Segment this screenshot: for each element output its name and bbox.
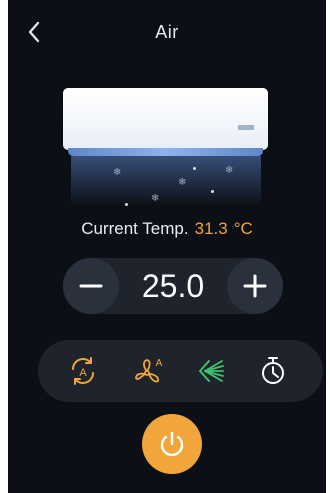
airflow-dot <box>193 167 196 170</box>
timer-button[interactable] <box>256 355 290 387</box>
current-temp-unit: °C <box>233 219 253 238</box>
increase-temp-button[interactable] <box>227 258 283 314</box>
snowflake-icon: ❄ <box>113 167 122 178</box>
ac-unit-vent <box>68 148 263 156</box>
airflow-dot <box>125 203 128 206</box>
current-temp-value: 31.3 <box>194 219 228 238</box>
ac-unit-body <box>63 88 268 150</box>
svg-text:A: A <box>156 358 163 369</box>
snowflake-icon: ❄ <box>178 177 187 188</box>
auto-mode-button[interactable]: A <box>66 355 100 387</box>
timer-icon <box>262 357 284 384</box>
air-conditioner-illustration: ❄ ❄ ❄ ❄ <box>63 88 278 213</box>
snowflake-icon: ❄ <box>225 165 234 176</box>
current-temp-label: Current Temp. <box>81 219 189 238</box>
snowflake-icon: ❄ <box>151 193 160 204</box>
plus-icon <box>243 274 267 298</box>
page-title: Air <box>155 22 179 42</box>
temperature-setter: 25.0 <box>63 258 283 314</box>
fan-speed-button[interactable]: A <box>132 355 166 387</box>
decrease-temp-button[interactable] <box>63 258 119 314</box>
power-button[interactable] <box>142 414 202 474</box>
minus-icon <box>79 284 103 288</box>
swing-button[interactable] <box>194 355 228 387</box>
airflow-dot <box>211 190 214 193</box>
power-icon <box>160 431 184 457</box>
current-temperature: Current Temp. 31.3 °C <box>8 219 326 239</box>
air-conditioner-screen: Air ❄ ❄ ❄ ❄ Current Temp. 31.3 °C 25.0 A… <box>8 0 326 493</box>
fan-auto-icon: A <box>135 358 163 383</box>
target-temp-value: 25.0 <box>141 268 205 304</box>
svg-text:A: A <box>79 367 87 379</box>
auto-mode-icon: A <box>72 357 94 385</box>
mode-bar: A A <box>38 340 323 402</box>
swing-icon <box>199 360 224 382</box>
airflow-gradient <box>71 156 261 206</box>
ac-unit-display <box>238 125 254 130</box>
